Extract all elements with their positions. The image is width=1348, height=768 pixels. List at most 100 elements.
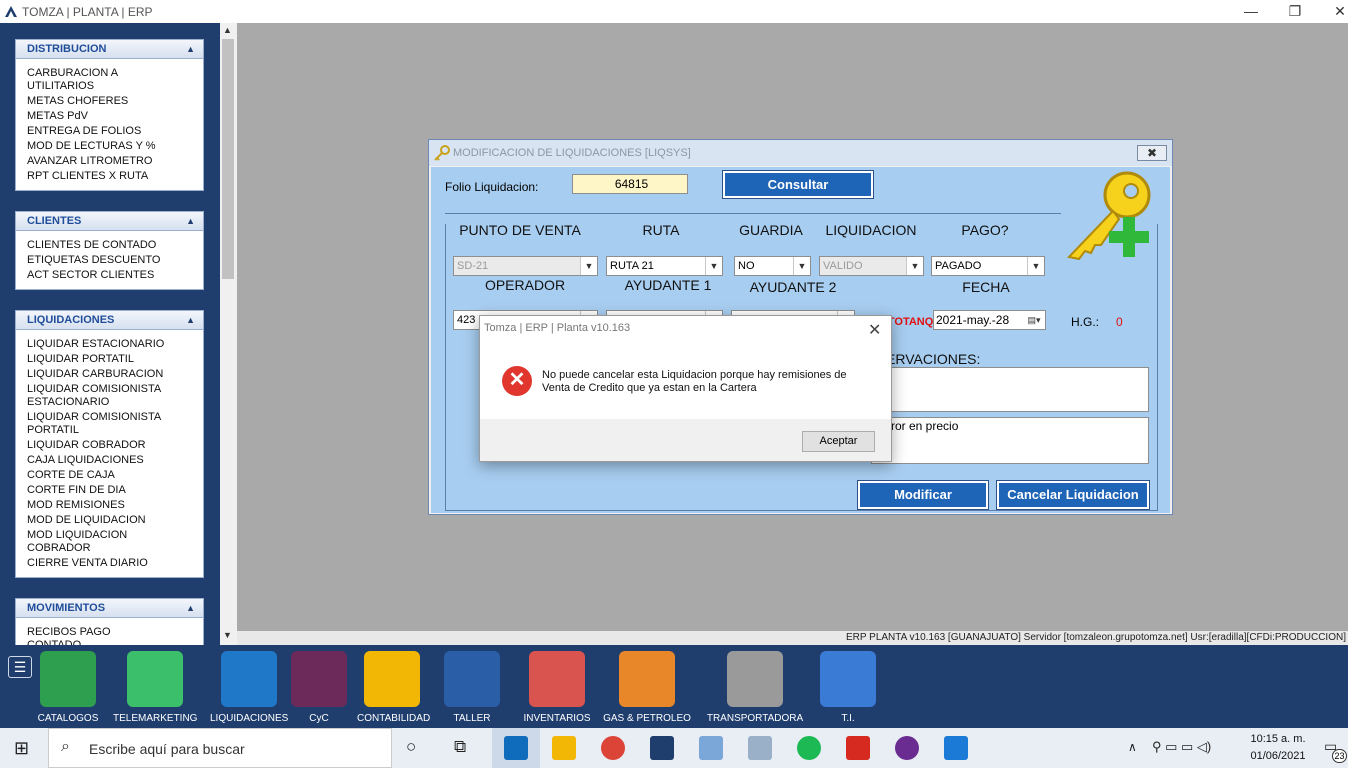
- cancelar-liquidacion-button[interactable]: Cancelar Liquidacion: [996, 480, 1150, 510]
- guardia-select[interactable]: NO ▼: [734, 256, 811, 276]
- modificar-button[interactable]: Modificar: [857, 480, 989, 510]
- module-label: T.I.: [841, 713, 855, 724]
- sidebar-item[interactable]: METAS CHOFERES: [27, 94, 167, 109]
- vscode-icon[interactable]: [944, 736, 968, 760]
- fecha-picker[interactable]: 2021-may.-28 ▤▾: [933, 310, 1046, 330]
- collapse-caret-icon[interactable]: ▲: [186, 311, 195, 330]
- pago-select[interactable]: PAGADO ▼: [931, 256, 1045, 276]
- sidebar-item[interactable]: ACT SECTOR CLIENTES: [27, 268, 167, 283]
- module-taller[interactable]: TALLER: [444, 651, 500, 724]
- motivo-input[interactable]: rror en precio: [871, 417, 1149, 464]
- punto-venta-select[interactable]: SD-21 ▼: [453, 256, 598, 276]
- consultar-button[interactable]: Consultar: [722, 170, 874, 199]
- sidebar-item[interactable]: CAJA LIQUIDACIONES: [27, 453, 167, 468]
- module-catalogos[interactable]: CATALOGOS: [36, 651, 100, 724]
- chrome-icon[interactable]: [601, 736, 625, 760]
- scroll-down-icon[interactable]: ▼: [223, 630, 232, 640]
- observaciones-input[interactable]: [871, 367, 1149, 412]
- sidebar-scrollbar[interactable]: ▲ ▼: [220, 23, 236, 645]
- cortana-icon[interactable]: ○: [406, 737, 416, 757]
- sidebar-item[interactable]: MOD DE LIQUIDACION: [27, 513, 167, 528]
- sidebar-item[interactable]: MOD LIQUIDACION COBRADOR: [27, 528, 167, 556]
- sidebar-item[interactable]: LIQUIDAR COBRADOR: [27, 438, 167, 453]
- chevron-down-icon[interactable]: ▼: [580, 257, 597, 275]
- clock-time[interactable]: 10:15 a. m.: [1240, 733, 1316, 745]
- module-telemarketing[interactable]: TELEMARKETING: [113, 651, 197, 724]
- minimize-button[interactable]: —: [1236, 2, 1266, 20]
- clock-date[interactable]: 01/06/2021: [1240, 750, 1316, 762]
- module-icon: [127, 651, 183, 707]
- windows-taskbar: ⊞ ⌕ Escribe aquí para buscar ○ ⧉ ∧ ⚲ ▭ ▭…: [0, 728, 1348, 768]
- tray-icons[interactable]: ⚲ ▭ ▭ ◁): [1152, 739, 1211, 755]
- collapse-caret-icon[interactable]: ▲: [186, 212, 195, 231]
- sidebar-section-header[interactable]: DISTRIBUCION ▲: [16, 40, 203, 59]
- chevron-down-icon[interactable]: ▼: [906, 257, 923, 275]
- sidebar-section-header[interactable]: MOVIMIENTOS ▲: [16, 599, 203, 618]
- module-icon: [529, 651, 585, 707]
- dialog-close-button[interactable]: ✖: [1137, 145, 1167, 161]
- taskbar-search-box[interactable]: ⌕ Escribe aquí para buscar: [48, 728, 392, 768]
- module-cyc[interactable]: CyC: [284, 651, 354, 724]
- paint-icon[interactable]: [748, 736, 772, 760]
- acrobat-icon[interactable]: [846, 736, 870, 760]
- module-contabilidad[interactable]: CONTABILIDAD: [357, 651, 430, 724]
- module-t-i-[interactable]: T.I.: [813, 651, 883, 724]
- sidebar-item[interactable]: CLIENTES DE CONTADO: [27, 238, 167, 253]
- tray-chevron-icon[interactable]: ∧: [1128, 740, 1137, 754]
- sidebar-section-header[interactable]: CLIENTES ▲: [16, 212, 203, 231]
- sidebar-item[interactable]: LIQUIDAR COMISIONISTA PORTATIL: [27, 410, 167, 438]
- scroll-thumb[interactable]: [222, 39, 234, 279]
- message-title: Tomza | ERP | Planta v10.163: [484, 322, 631, 334]
- calendar-icon[interactable]: ▤▾: [1023, 311, 1045, 329]
- aceptar-button[interactable]: Aceptar: [802, 431, 875, 452]
- sidebar-item[interactable]: CIERRE VENTA DIARIO: [27, 556, 167, 571]
- scroll-up-icon[interactable]: ▲: [223, 25, 232, 35]
- sidebar-item[interactable]: MOD REMISIONES: [27, 498, 167, 513]
- outlook-icon[interactable]: [504, 736, 528, 760]
- collapse-caret-icon[interactable]: ▲: [186, 40, 195, 59]
- sidebar-item[interactable]: RPT CLIENTES X RUTA: [27, 169, 167, 184]
- sidebar-item[interactable]: MOD DE LECTURAS Y %: [27, 139, 167, 154]
- sidebar-item[interactable]: LIQUIDAR ESTACIONARIO: [27, 337, 167, 352]
- tomza-erp-icon[interactable]: [650, 736, 674, 760]
- liquidacion-select[interactable]: VALIDO ▼: [819, 256, 924, 276]
- message-close-icon[interactable]: ✕: [868, 320, 881, 340]
- file-explorer-icon[interactable]: [552, 736, 576, 760]
- sidebar-section-header[interactable]: LIQUIDACIONES ▲: [16, 311, 203, 330]
- sidebar-item[interactable]: ETIQUETAS DESCUENTO: [27, 253, 167, 268]
- sidebar-item[interactable]: ENTREGA DE FOLIOS: [27, 124, 167, 139]
- task-view-icon[interactable]: ⧉: [454, 737, 466, 757]
- module-transportadora[interactable]: TRANSPORTADORA: [706, 651, 804, 724]
- sidebar-item[interactable]: CORTE FIN DE DIA: [27, 483, 167, 498]
- module-gas-petroleo[interactable]: GAS & PETROLEO: [602, 651, 692, 724]
- maximize-button[interactable]: ❐: [1280, 2, 1310, 20]
- ruta-select[interactable]: RUTA 21 ▼: [606, 256, 723, 276]
- close-window-button[interactable]: ✕: [1325, 2, 1348, 20]
- module-inventarios[interactable]: INVENTARIOS: [522, 651, 592, 724]
- sidebar-item[interactable]: LIQUIDAR COMISIONISTA ESTACIONARIO: [27, 382, 167, 410]
- chevron-down-icon[interactable]: ▼: [705, 257, 722, 275]
- sidebar-item[interactable]: CARBURACION A UTILITARIOS: [27, 66, 167, 94]
- sidebar-item[interactable]: METAS PdV: [27, 109, 167, 124]
- sidebar-item[interactable]: LIQUIDAR CARBURACION: [27, 367, 167, 382]
- sidebar-item[interactable]: RECIBOS PAGO CONTADO: [27, 625, 167, 645]
- key-plus-icon: [1067, 171, 1151, 261]
- folio-label: Folio Liquidacion:: [445, 180, 539, 194]
- chevron-down-icon[interactable]: ▼: [1027, 257, 1044, 275]
- module-icon: [364, 651, 420, 707]
- spotify-icon[interactable]: [797, 736, 821, 760]
- app-title-bar: TOMZA | PLANTA | ERP — ❐ ✕: [0, 0, 1348, 23]
- chevron-down-icon[interactable]: ▼: [793, 257, 810, 275]
- module-liquidaciones[interactable]: LIQUIDACIONES: [210, 651, 288, 724]
- hamburger-menu-icon[interactable]: ☰: [8, 656, 32, 678]
- fecha-value: 2021-may.-28: [936, 313, 1010, 327]
- collapse-caret-icon[interactable]: ▲: [186, 599, 195, 618]
- sidebar-item[interactable]: AVANZAR LITROMETRO: [27, 154, 167, 169]
- sidebar-item[interactable]: LIQUIDAR PORTATIL: [27, 352, 167, 367]
- sidebar-item[interactable]: CORTE DE CAJA: [27, 468, 167, 483]
- ruta-value: RUTA 21: [610, 260, 654, 272]
- notes-app-icon[interactable]: [699, 736, 723, 760]
- folio-input[interactable]: 64815: [572, 174, 688, 194]
- windows-start-icon[interactable]: ⊞: [14, 738, 29, 759]
- github-icon[interactable]: [895, 736, 919, 760]
